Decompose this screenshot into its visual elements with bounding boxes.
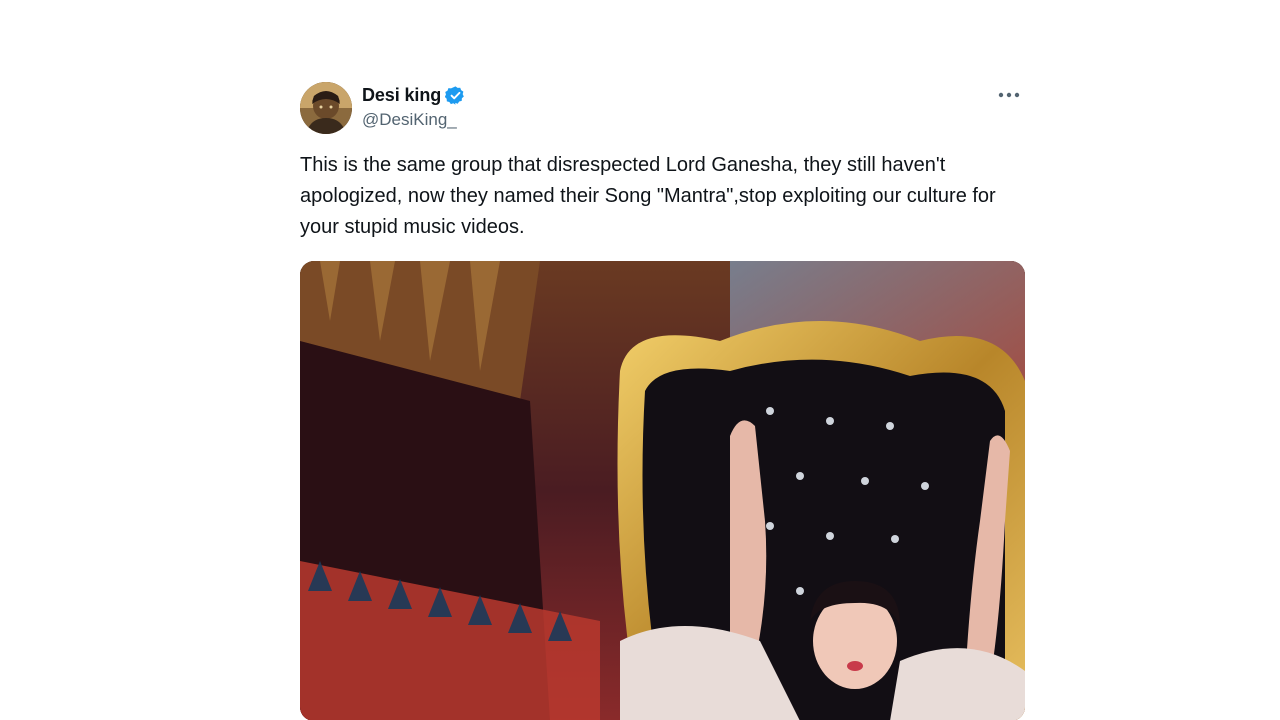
author-info: Desi king @DesiKing_	[362, 84, 466, 130]
author-avatar[interactable]	[300, 82, 352, 134]
avatar-image	[300, 82, 352, 134]
media-picture	[300, 261, 1025, 720]
author-display-name[interactable]: Desi king	[362, 85, 441, 106]
tweet-card[interactable]: Desi king @DesiKing_ This is the same gr…	[300, 80, 1026, 720]
page: Desi king @DesiKing_ This is the same gr…	[0, 0, 1280, 720]
more-options-icon[interactable]	[992, 84, 1026, 106]
author-handle[interactable]: @DesiKing_	[362, 110, 466, 130]
tweet-text: This is the same group that disrespected…	[300, 154, 996, 238]
tweet-header: Desi king @DesiKing_	[300, 80, 1026, 136]
verified-badge-icon	[444, 85, 466, 106]
name-row: Desi king	[362, 84, 466, 106]
tweet-media-image[interactable]	[300, 261, 1025, 720]
